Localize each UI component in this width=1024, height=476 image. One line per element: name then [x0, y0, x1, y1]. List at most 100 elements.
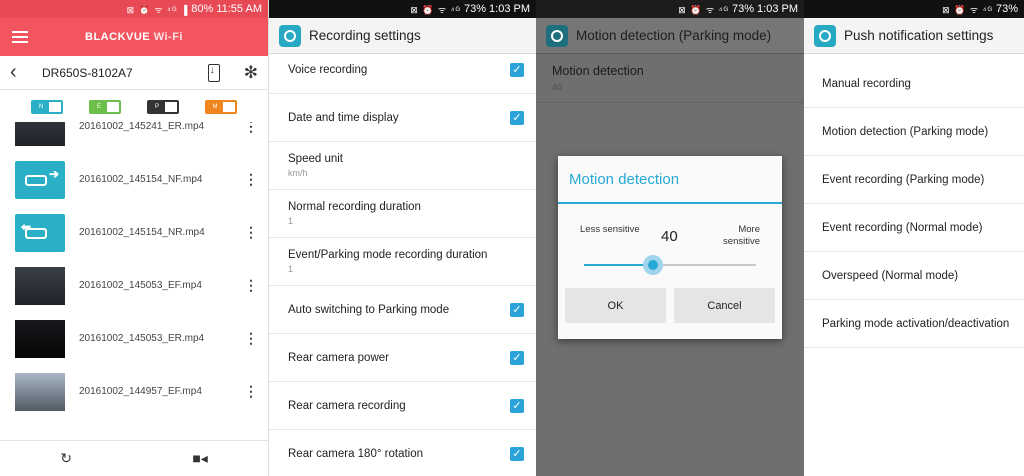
file-row[interactable]: ➔ 20161002_145154_NF.mp4 ⋮ [0, 153, 268, 206]
setting-title: Rear camera recording [288, 399, 406, 412]
status-time: 1:03 PM [757, 3, 798, 15]
file-row[interactable]: 20161002_144957_EF.mp4 ⋮ [0, 365, 268, 418]
settings-list: Voice recording ✓ Date and time display ✓ Sp… [269, 46, 536, 476]
checkbox-checked[interactable]: ✓ [510, 398, 524, 413]
setting-row[interactable]: Auto switching to Parking mode ✓ [269, 286, 536, 334]
video-thumbnail [15, 319, 65, 358]
page-title: Motion detection (Parking mode) [576, 28, 772, 43]
motion-detection-screen: ⊠ ⏰ ᯤ ⁴ᴳ 73% 1:03 PM Motion detection (P… [536, 0, 804, 476]
setting-row[interactable]: Date and time display ✓ [269, 94, 536, 142]
slider-labels: Less sensitive 40 More sensitive [558, 204, 782, 248]
checkbox-checked[interactable]: ✓ [510, 302, 524, 317]
file-row[interactable]: ⬅ 20161002_145154_NR.mp4 ⋮ [0, 206, 268, 259]
more-options-icon[interactable]: ⋮ [244, 330, 258, 347]
more-options-icon[interactable]: ⋮ [244, 277, 258, 294]
gear-icon[interactable]: ✻ [244, 63, 258, 83]
video-camera-icon[interactable]: ■◂ [192, 450, 207, 467]
slider-thumb[interactable] [642, 255, 663, 275]
file-name: 20161002_145241_ER.mp4 [79, 122, 205, 132]
file-name: 20161002_145154_NR.mp4 [79, 227, 205, 238]
setting-value: km/h [288, 168, 308, 178]
app-logo-icon [814, 24, 836, 47]
slider-value: 40 [661, 228, 678, 245]
filter-switch [165, 102, 177, 112]
setting-row[interactable]: Normal recording duration 1 [269, 190, 536, 238]
checkbox-checked[interactable]: ✓ [510, 62, 524, 77]
notification-item[interactable]: Event recording (Normal mode) [804, 204, 1024, 252]
dialog-title: Motion detection [558, 156, 782, 204]
app-logo-icon [546, 24, 568, 47]
setting-title: Event/Parking mode recording duration [288, 249, 488, 261]
filter-label: P [149, 102, 165, 112]
filter-toggle-m[interactable]: M [205, 100, 237, 114]
brand-suffix: Wi-Fi [153, 31, 183, 43]
app-logo-icon [279, 24, 301, 47]
video-thumbnail [15, 372, 65, 411]
recording-settings-screen: ⊠ ⏰ ᯤ ⁴ᴳ 73% 1:03 PM Recording settings … [268, 0, 536, 476]
dialog-buttons: OK Cancel [558, 288, 782, 323]
notification-item[interactable]: Overspeed (Normal mode) [804, 252, 1024, 300]
notification-item[interactable]: Motion detection (Parking mode) [804, 108, 1024, 156]
filter-toggles: NEPM [0, 90, 268, 122]
setting-row[interactable]: Rear camera recording ✓ [269, 382, 536, 430]
checkbox-checked[interactable]: ✓ [510, 350, 524, 365]
battery-level: 73% [464, 3, 487, 15]
setting-row[interactable]: Voice recording ✓ [269, 46, 536, 94]
notification-item[interactable]: Parking mode activation/deactivation [804, 300, 1024, 348]
filter-toggle-p[interactable]: P [147, 100, 179, 114]
filter-toggle-n[interactable]: N [31, 100, 63, 114]
setting-row[interactable]: Rear camera power ✓ [269, 334, 536, 382]
status-icons: ⊠ ⏰ ᯤ ⁴ᴳ [942, 4, 993, 15]
refresh-icon[interactable]: ↻ [60, 450, 72, 467]
file-list[interactable]: 20161002_145241_ER.mp4 ⋮ ➔ 20161002_145154_… [0, 122, 268, 440]
more-options-icon[interactable]: ⋮ [244, 383, 258, 400]
slider-track[interactable] [584, 255, 756, 275]
ok-button[interactable]: OK [565, 288, 666, 323]
phone-download-icon[interactable] [207, 63, 220, 82]
checkbox-checked[interactable]: ✓ [510, 110, 524, 125]
file-row[interactable]: 20161002_145241_ER.mp4 ⋮ [0, 122, 268, 153]
status-icons: ⊠ ⏰ ᯤ ⁴ᴳ [410, 4, 461, 15]
bottom-toolbar: ↻ ■◂ [0, 440, 268, 476]
filter-switch [49, 102, 61, 112]
status-bar: ⊠ ⏰ ᯤ ⁴ᴳ 73% 1:03 PM [536, 0, 804, 18]
car-rear-icon: ⬅ [15, 213, 65, 252]
push-notification-settings-screen: ⊠ ⏰ ᯤ ⁴ᴳ 73% Push notification settings … [804, 0, 1024, 476]
sensitivity-slider[interactable] [558, 246, 782, 288]
setting-title: Rear camera power [288, 351, 389, 364]
cancel-button[interactable]: Cancel [674, 288, 775, 323]
setting-value: 1 [288, 216, 294, 226]
setting-row[interactable]: Rear camera 180° rotation ✓ [269, 430, 536, 476]
file-row[interactable]: 20161002_145053_ER.mp4 ⋮ [0, 312, 268, 365]
more-options-icon[interactable]: ⋮ [244, 224, 258, 241]
status-bar: ⊠ ⏰ ᯤ ⁴ᴳ 73% 1:03 PM [269, 0, 536, 18]
notification-item[interactable]: Manual recording [804, 60, 1024, 108]
notification-list: Manual recording Motion detection (Parkin… [804, 60, 1024, 348]
motion-detection-item[interactable]: Motion detection 40 [536, 54, 804, 103]
checkbox-checked[interactable]: ✓ [510, 446, 524, 461]
back-arrow-icon[interactable]: ‹ [10, 61, 34, 84]
more-options-icon[interactable]: ⋮ [244, 171, 258, 188]
filter-label: N [33, 102, 49, 112]
more-sensitive-label: More sensitive [723, 224, 760, 248]
video-thumbnail [15, 122, 65, 146]
device-name: DR650S-8102A7 [42, 65, 133, 80]
setting-title: Speed unit [288, 153, 343, 165]
status-icons: ⊠ ⏰ ᯤ ⁴ᴳ ▐ [126, 4, 189, 15]
blackvue-file-list-screen: ⊠ ⏰ ᯤ ⁴ᴳ ▐ 80% 11:55 AM BLACKVUE Wi-Fi ‹… [0, 0, 268, 476]
file-row[interactable]: 20161002_145053_EF.mp4 ⋮ [0, 259, 268, 312]
video-thumbnail [15, 266, 65, 305]
setting-title: Auto switching to Parking mode [288, 303, 450, 316]
filter-toggle-e[interactable]: E [89, 100, 121, 114]
setting-row[interactable]: Speed unit km/h [269, 142, 536, 190]
setting-title: Normal recording duration [288, 201, 421, 213]
brand-name: BLACKVUE [85, 31, 151, 43]
setting-row[interactable]: Event/Parking mode recording duration 1 [269, 238, 536, 286]
notification-item[interactable]: Event recording (Parking mode) [804, 156, 1024, 204]
app-bar: Motion detection (Parking mode) [536, 18, 804, 54]
app-bar: BLACKVUE Wi-Fi [0, 18, 268, 56]
more-options-icon[interactable]: ⋮ [244, 122, 258, 135]
file-name: 20161002_145053_EF.mp4 [79, 280, 202, 291]
battery-level: 73% [732, 3, 755, 15]
filter-label: M [207, 102, 223, 112]
